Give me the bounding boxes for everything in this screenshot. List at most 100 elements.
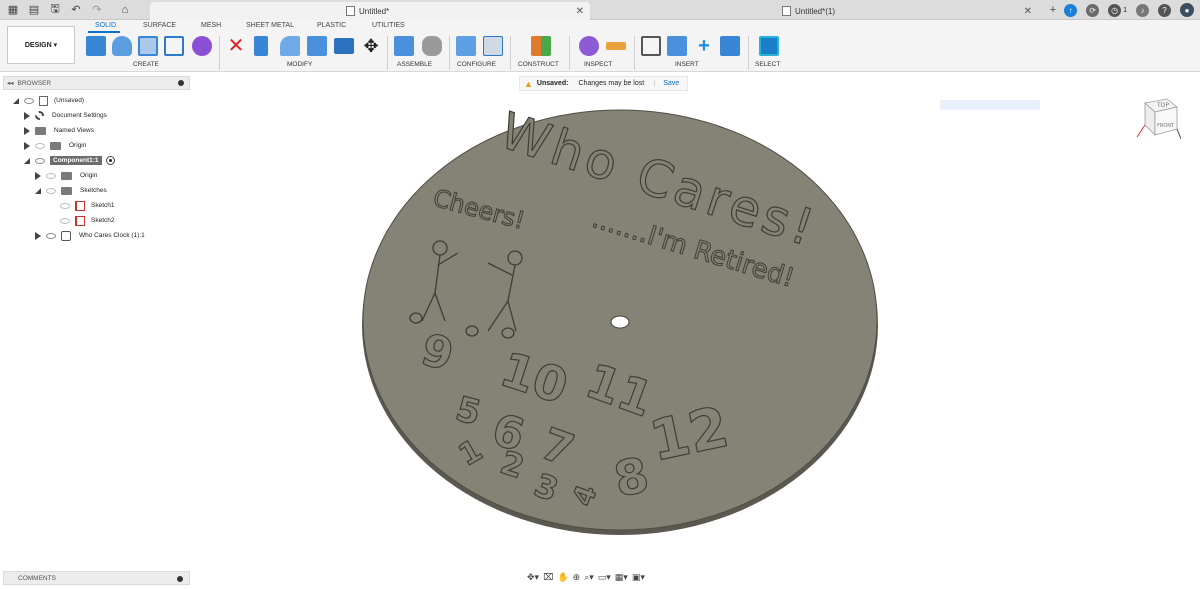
create-menu[interactable]: CREATE — [133, 61, 159, 68]
fillet-icon[interactable] — [280, 36, 300, 56]
zoom-window-icon[interactable]: ⌕▾ — [584, 572, 594, 583]
close-icon[interactable]: ✕ — [1024, 6, 1032, 17]
save-link[interactable]: Save — [654, 80, 679, 87]
tree-item-sketch2[interactable]: Sketch2 — [60, 214, 115, 227]
expand-icon[interactable] — [24, 141, 30, 150]
tab-plastic[interactable]: PLASTIC — [317, 22, 346, 29]
folder-icon — [50, 141, 61, 150]
eye-icon[interactable] — [35, 157, 45, 164]
shell-icon[interactable] — [307, 36, 327, 56]
tab-surface[interactable]: SURFACE — [143, 22, 176, 29]
viewports-icon[interactable]: ▣▾ — [632, 572, 645, 583]
tab-untitled-1[interactable]: Untitled*(1) ✕ — [593, 2, 1038, 20]
zoom-icon[interactable]: ⊕ — [573, 572, 581, 583]
new-tab-icon[interactable]: + — [1045, 2, 1061, 18]
eye-icon[interactable] — [46, 232, 56, 239]
new-component-assemble-icon[interactable] — [394, 36, 414, 56]
expand-icon[interactable] — [24, 126, 30, 135]
eye-icon[interactable] — [46, 172, 56, 179]
select-menu[interactable]: SELECT — [755, 61, 780, 68]
expand-icon[interactable] — [35, 231, 41, 240]
save-icon[interactable]: 🖫 — [47, 2, 63, 18]
eye-icon[interactable] — [24, 97, 34, 104]
tree-item-origin[interactable]: Origin — [24, 139, 86, 152]
home-icon[interactable]: ⌂ — [117, 2, 133, 18]
insert-mesh-icon[interactable] — [667, 36, 687, 56]
tree-item-document-settings[interactable]: Document Settings — [24, 109, 107, 122]
tree-item-body[interactable]: Who Cares Clock (1):1 — [35, 229, 145, 242]
workspace-switcher-button[interactable]: DESIGN ▾ — [7, 26, 75, 64]
combine-icon[interactable] — [334, 38, 354, 54]
tree-item-sketches[interactable]: Sketches — [35, 184, 107, 197]
collapse-icon[interactable]: ◂◂ — [7, 79, 14, 87]
delete-icon[interactable]: ✕ — [226, 36, 246, 56]
configure-icon[interactable] — [456, 36, 476, 56]
eye-icon[interactable] — [46, 187, 56, 194]
tree-item-component[interactable]: Component1:1 — [24, 154, 115, 167]
move-icon[interactable]: ✥ — [361, 36, 381, 56]
expand-icon[interactable] — [35, 187, 41, 194]
expand-icon[interactable] — [24, 111, 30, 120]
camera-icon[interactable]: ⌧ — [543, 572, 553, 583]
tree-root[interactable]: (Unsaved) — [13, 94, 84, 107]
panel-options-icon[interactable] — [177, 576, 183, 582]
undo-icon[interactable]: ↶ — [68, 2, 84, 18]
grid-icon[interactable]: ▦▾ — [615, 572, 628, 583]
display-mode-icon[interactable]: ▭▾ — [598, 572, 611, 583]
modify-menu[interactable]: MODIFY — [287, 61, 312, 68]
joint-icon[interactable] — [422, 36, 442, 56]
extensions-icon[interactable]: ↑ — [1064, 3, 1078, 17]
revolve-icon[interactable] — [138, 36, 158, 56]
pan-icon[interactable]: ✋ — [557, 572, 568, 583]
job-status[interactable]: ◷ 1 — [1108, 3, 1127, 17]
configure-menu[interactable]: CONFIGURE — [457, 61, 496, 68]
tab-solid[interactable]: SOLID — [95, 22, 116, 29]
insert-plus-icon[interactable]: + — [694, 36, 714, 56]
tree-item-sketch1[interactable]: Sketch1 — [60, 199, 115, 212]
inspect-menu[interactable]: INSPECT — [584, 61, 612, 68]
app-grid-icon[interactable]: ▦ — [5, 2, 21, 18]
expand-icon[interactable] — [13, 97, 19, 104]
insert-image-icon[interactable] — [720, 36, 740, 56]
tree-item-named-views[interactable]: Named Views — [24, 124, 94, 137]
close-icon[interactable]: ✕ — [576, 6, 584, 17]
bell-icon[interactable]: ♪ — [1136, 3, 1149, 17]
select-icon[interactable] — [759, 36, 779, 56]
panel-options-icon[interactable] — [178, 80, 184, 86]
view-cube[interactable]: TOP FRONT — [1135, 95, 1181, 141]
orbit-icon[interactable]: ✥▾ — [527, 572, 539, 583]
plane-icon[interactable] — [531, 36, 551, 56]
tab-untitled[interactable]: Untitled* ✕ — [150, 2, 590, 20]
3d-viewport[interactable]: Who Cares! Cheers! .......I'm Retired! 9… — [190, 93, 1200, 568]
ruler-icon[interactable] — [606, 42, 626, 50]
eye-icon[interactable] — [60, 217, 70, 224]
activate-radio-icon[interactable] — [105, 156, 115, 165]
tree-item-component-origin[interactable]: Origin — [35, 169, 97, 182]
eye-icon[interactable] — [60, 202, 70, 209]
tree-label: Sketch1 — [91, 202, 115, 209]
avatar[interactable]: ● — [1180, 3, 1194, 17]
help-icon[interactable]: ? — [1158, 3, 1171, 17]
tab-utilities[interactable]: UTILITIES — [372, 22, 405, 29]
assemble-menu[interactable]: ASSEMBLE — [397, 61, 432, 68]
insert-derive-icon[interactable] — [641, 36, 661, 56]
form-icon[interactable] — [192, 36, 212, 56]
expand-icon[interactable] — [24, 157, 30, 164]
expand-icon[interactable] — [35, 171, 41, 180]
extrude-icon[interactable] — [112, 36, 132, 56]
tree-label: Component1:1 — [50, 156, 102, 165]
comments-panel[interactable]: COMMENTS — [3, 571, 190, 585]
construct-menu[interactable]: CONSTRUCT — [518, 61, 559, 68]
file-menu-icon[interactable]: ▤ — [26, 2, 42, 18]
tab-sheet-metal[interactable]: SHEET METAL — [246, 22, 294, 29]
eye-icon[interactable] — [35, 142, 45, 149]
notifications-icon[interactable]: ⟳ — [1086, 3, 1100, 17]
sketch-icon[interactable] — [164, 36, 184, 56]
tab-mesh[interactable]: MESH — [201, 22, 221, 29]
insert-menu[interactable]: INSERT — [675, 61, 699, 68]
redo-icon[interactable]: ↷ — [89, 2, 105, 18]
measure-icon[interactable] — [579, 36, 599, 56]
new-component-icon[interactable] — [86, 36, 106, 56]
press-pull-icon[interactable] — [254, 36, 268, 56]
table-icon[interactable] — [483, 36, 503, 56]
